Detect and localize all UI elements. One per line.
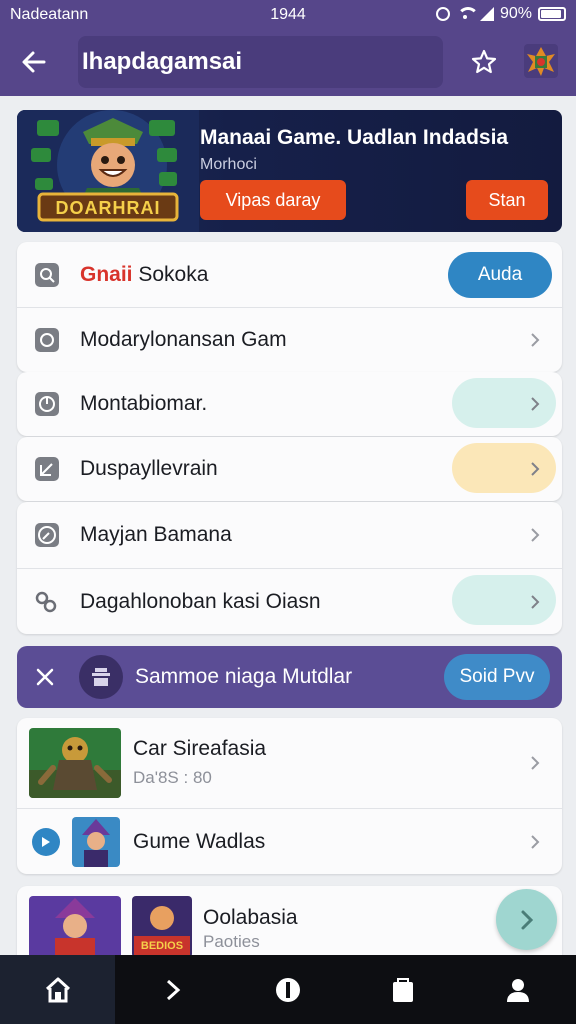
nav-profile[interactable] xyxy=(460,955,575,1024)
nav-forward[interactable] xyxy=(115,955,230,1024)
menu-row-label: Duspayllevrain xyxy=(80,457,218,480)
nav-bag[interactable] xyxy=(345,955,460,1024)
menu-row[interactable]: Mayjan Bamana xyxy=(17,502,562,568)
monitor-icon xyxy=(33,390,61,418)
signal-icon xyxy=(479,7,494,21)
game-thumbnail xyxy=(29,896,121,960)
top-app-bar: Nadeatann 1944 90% Ihapdagamsai xyxy=(0,0,576,96)
menu-row-label: Mayjan Bamana xyxy=(80,523,232,546)
chevron-right-icon xyxy=(521,910,533,929)
section-label: Sammoe niaga Mutdlar xyxy=(135,665,353,688)
games-card: BEDIOS Oolabasia Paoties xyxy=(17,886,562,966)
game-title: Car Sireafasia xyxy=(133,737,267,760)
chevron-right-icon xyxy=(531,756,540,770)
section-header: Sammoe niaga Mutdlar Soid Pvv xyxy=(17,646,562,708)
menu-row-label: Montabiomar. xyxy=(80,392,208,415)
menu-row-first-button[interactable]: Auda xyxy=(448,251,552,298)
profile-avatar[interactable] xyxy=(524,44,558,78)
battery-icon xyxy=(538,7,566,21)
menu-row[interactable]: Modarylonansan Gam xyxy=(17,307,562,372)
menu-card-top: Gnaii Sokoka Auda Modarylonansan Gam xyxy=(17,242,562,372)
menu-row-label: Modarylonansan Gam xyxy=(80,328,287,351)
floating-next-button[interactable] xyxy=(496,889,557,950)
menu-row-first-label-rest: Sokoka xyxy=(138,262,209,286)
game-meta: Paoties xyxy=(203,932,260,951)
game-thumbnail: BEDIOS xyxy=(132,896,192,958)
wifi-icon xyxy=(456,7,479,21)
person-icon xyxy=(506,978,529,1002)
banner-subtitle: Morhoci xyxy=(200,156,257,173)
banner-art-text: DOARHRAI xyxy=(55,198,161,218)
favorite-button[interactable] xyxy=(464,42,504,82)
menu-row-first-label: Gnaii Sokoka xyxy=(80,263,208,287)
status-bar: Nadeatann 1944 90% xyxy=(0,0,576,30)
chevron-right-icon xyxy=(531,834,540,849)
game-avatar-icon xyxy=(524,44,558,78)
chevron-right-icon xyxy=(166,979,180,1000)
link-icon xyxy=(33,588,61,616)
sync-icon xyxy=(435,7,450,21)
info-icon xyxy=(275,977,300,1002)
menu-row-label: Dagahlonoban kasi Oiasn xyxy=(80,589,321,613)
chevron-right-icon xyxy=(531,594,540,609)
close-icon[interactable] xyxy=(31,663,59,691)
section-action-button[interactable]: Soid Pvv xyxy=(444,654,550,700)
chevron-right-icon xyxy=(531,462,540,476)
menu-row[interactable]: Dagahlonoban kasi Oiasn xyxy=(17,568,562,634)
menu-row[interactable]: Duspayllevrain xyxy=(17,437,562,501)
battery-percent: 90% xyxy=(499,5,532,22)
section-icon xyxy=(79,655,123,699)
banner-title: Manaai Game. Uadlan Indadsia xyxy=(200,126,509,149)
menu-row[interactable]: Montabiomar. xyxy=(17,372,562,436)
promo-banner: DOARHRAI Manaai Game. Uadlan Indadsia Mo… xyxy=(17,110,562,232)
menu-card: Mayjan Bamana Dagahlonoban kasi Oiasn xyxy=(17,502,562,634)
page-title: Ihapdagamsai xyxy=(78,36,443,88)
menu-row-first[interactable]: Gnaii Sokoka Auda xyxy=(17,242,562,307)
compass-icon xyxy=(33,521,61,549)
nav-home[interactable] xyxy=(0,955,115,1024)
play-circle-icon[interactable] xyxy=(31,827,61,857)
circle-icon xyxy=(33,326,61,354)
chevron-right-icon xyxy=(531,528,540,542)
briefcase-icon xyxy=(92,668,110,686)
game-thumbnail xyxy=(29,728,121,798)
search-icon xyxy=(33,261,61,289)
banner-start-button[interactable]: Stan xyxy=(466,180,548,220)
menu-card: Montabiomar. xyxy=(17,372,562,436)
games-card: Car Sireafasia Da'8S : 80 Gume Wadlas xyxy=(17,718,562,874)
chevron-right-icon xyxy=(531,333,540,347)
edit-square-icon xyxy=(33,455,61,483)
game-title: Gume Wadlas xyxy=(133,830,266,853)
menu-card: Duspayllevrain xyxy=(17,437,562,501)
star-icon xyxy=(471,49,497,74)
back-button[interactable] xyxy=(14,42,54,82)
status-icons: 90% xyxy=(435,5,566,23)
bottom-navigation xyxy=(0,955,576,1024)
chevron-right-icon xyxy=(531,397,540,411)
game-meta: Da'8S : 80 xyxy=(133,768,212,787)
game-row[interactable]: Car Sireafasia Da'8S : 80 xyxy=(17,718,562,808)
nav-info[interactable] xyxy=(230,955,345,1024)
game-thumbnail-text: BEDIOS xyxy=(140,940,184,952)
banner-game-art: DOARHRAI xyxy=(17,110,199,232)
game-thumbnail xyxy=(72,817,120,867)
arrow-left-icon xyxy=(22,51,46,73)
bag-icon xyxy=(392,977,413,1002)
game-row[interactable]: Gume Wadlas xyxy=(17,808,562,874)
game-title: Oolabasia xyxy=(203,906,298,929)
banner-secondary-button[interactable]: Vipas daray xyxy=(200,180,346,220)
menu-row-first-label-prefix: Gnaii xyxy=(80,262,133,286)
home-icon xyxy=(45,977,70,1002)
